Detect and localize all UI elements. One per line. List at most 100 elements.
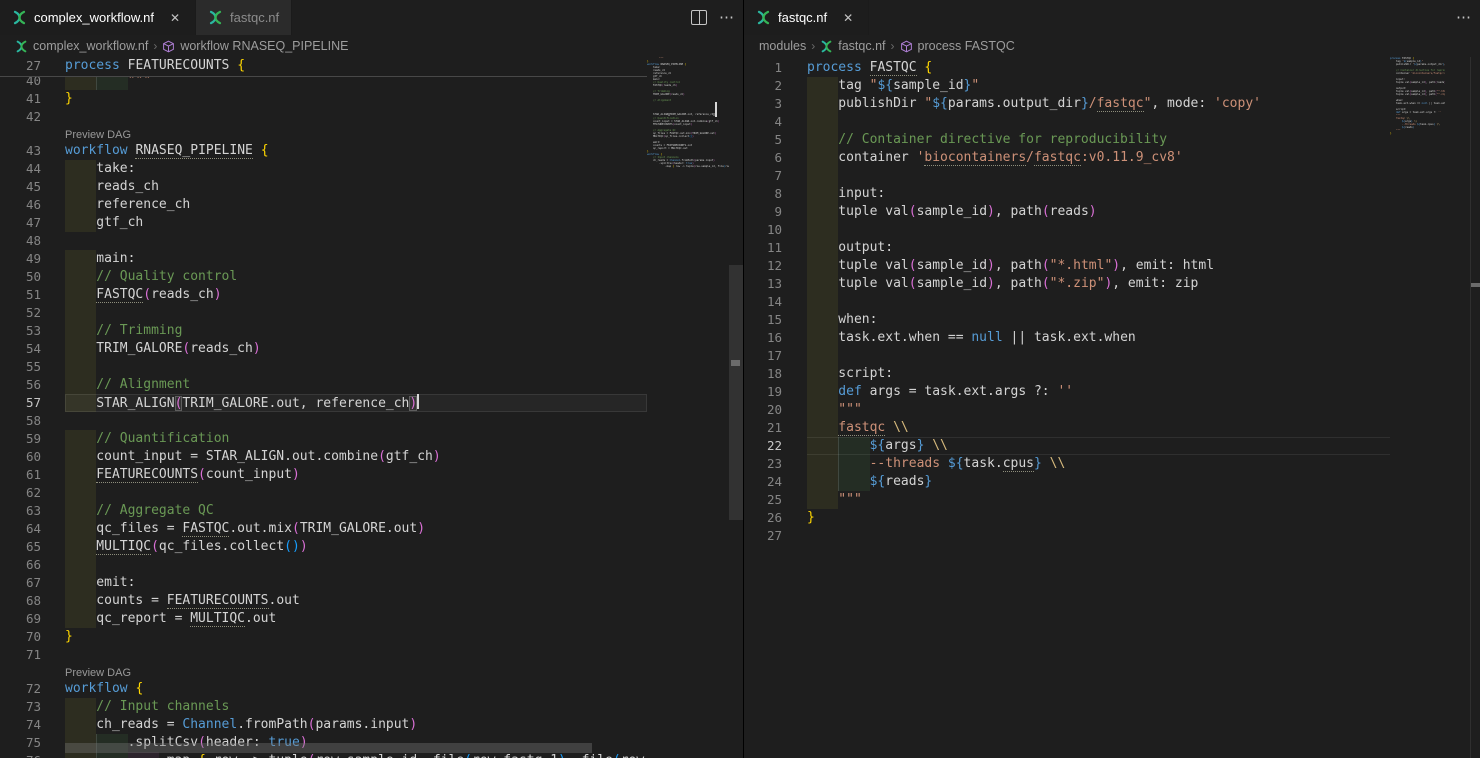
sticky-code-line: 27process FEATURECOUNTS { (0, 57, 647, 75)
tab-bar-left: complex_workflow.nf✕ fastqc.nf ⋯ (0, 0, 743, 35)
code-line: 1process FASTQC { (744, 59, 1390, 77)
indent-band (807, 491, 838, 509)
indent-band (807, 167, 838, 185)
code-line: 26} (744, 509, 1390, 527)
line-content: qc_files = FASTQC.out.mix(TRIM_GALORE.ou… (65, 520, 647, 538)
split-editor-icon[interactable] (691, 10, 707, 25)
code-token: ) (683, 93, 685, 96)
indent-band (807, 275, 838, 293)
codelens-preview-dag[interactable]: Preview DAG (65, 129, 131, 141)
indent-band (65, 574, 96, 592)
breadcrumb-item-modules[interactable]: modules (759, 39, 806, 53)
indent-band (65, 322, 96, 340)
code-token: FASTQC (653, 84, 662, 87)
code-token: ) (987, 258, 995, 273)
code-token: ) (558, 753, 566, 758)
code-token: ( (198, 467, 206, 482)
tab-fastqc.nf[interactable]: fastqc.nf (196, 0, 292, 35)
line-number: 41 (0, 90, 41, 108)
code-token: MULTIQC (653, 135, 664, 138)
code-token: process (807, 60, 862, 75)
editor-right[interactable]: 1process FASTQC {2tag "${sample_id}"3pub… (744, 57, 1480, 758)
line-content: tag "${sample_id}" (807, 77, 1390, 95)
symbol-cube-icon (900, 40, 913, 53)
breadcrumb-item-workflow[interactable]: workflow RNASEQ_PIPELINE (162, 39, 348, 53)
line-content: emit: (65, 574, 647, 592)
code-token: , path (995, 276, 1042, 291)
line-content: ch_reads = Channel.fromPath(params.input… (65, 716, 647, 734)
code-token (885, 420, 893, 435)
line-content: // Aggregate QC (65, 502, 647, 520)
line-number: 22 (744, 437, 782, 455)
code-token: ) (433, 449, 441, 464)
breadcrumb-item-complex_workflow.nf[interactable]: complex_workflow.nf (15, 39, 148, 53)
more-actions-icon[interactable]: ⋯ (1456, 0, 1472, 35)
line-text: task.ext.when == null || task.ext.when (807, 329, 1136, 347)
indent-band (65, 196, 96, 214)
code-line: 46reference_ch (0, 196, 647, 214)
code-token: ) (713, 159, 715, 162)
sticky-scroll-line[interactable]: 27process FEATURECOUNTS { (0, 57, 647, 77)
line-text: tuple val(sample_id), path("*.zip"), emi… (807, 275, 1198, 293)
tab-close-icon[interactable]: ✕ (840, 10, 856, 26)
line-number: 71 (0, 646, 41, 664)
line-number: 70 (0, 628, 41, 646)
code-token: reads (885, 474, 924, 489)
minimap-left[interactable]: """}workflow RNASEQ_PIPELINE { take: rea… (647, 57, 729, 758)
code-line: 19def args = task.ext.args ?: '' (744, 383, 1390, 401)
code-token: qc_files = (96, 521, 182, 536)
indent-band (65, 430, 96, 448)
minimap-right[interactable]: process FASTQC { tag "${sample_id}" publ… (1390, 57, 1445, 758)
indent-band (65, 304, 96, 322)
code-token: output: (838, 240, 893, 255)
editor-left[interactable]: 40"""41}42Preview DAG43workflow RNASEQ_P… (0, 57, 743, 758)
breadcrumb-item-process[interactable]: process FASTQC (900, 39, 1015, 53)
line-number: 65 (0, 538, 41, 556)
line-content: // Quantification (65, 430, 647, 448)
code-token: take: (96, 161, 135, 176)
line-content: } (807, 509, 1390, 527)
codelens-row: Preview DAG (0, 664, 647, 680)
code-token: ( (292, 521, 300, 536)
code-token: reads_ch (190, 341, 253, 356)
code-line: 53// Trimming (0, 322, 647, 340)
line-number: 16 (744, 329, 782, 347)
line-number: 17 (744, 347, 782, 365)
line-content: gtf_ch (65, 214, 647, 232)
line-content: // Quality control (65, 268, 647, 286)
code-token: ) (691, 123, 693, 126)
indent-band (807, 131, 838, 149)
code-token: """ (659, 57, 664, 60)
tab-fastqc.nf[interactable]: fastqc.nf✕ (744, 0, 869, 35)
code-token (862, 60, 870, 75)
indent-band (65, 250, 96, 268)
code-token: task.ext.when == (1396, 102, 1422, 105)
indent-band (65, 286, 96, 304)
code-token: TRIM_GALORE (96, 341, 182, 356)
line-number: 50 (0, 268, 41, 286)
code-line: 70} (0, 628, 647, 646)
line-text: def args = task.ext.args ?: '' (807, 383, 1073, 401)
code-token: '' (1057, 384, 1073, 399)
line-content: reads_ch (65, 178, 647, 196)
tab-close-icon[interactable]: ✕ (167, 10, 183, 26)
code-token: sample_id (917, 258, 987, 273)
breadcrumb-item-fastqc.nf[interactable]: fastqc.nf (820, 39, 885, 53)
line-content (65, 108, 647, 126)
vertical-scrollbar[interactable] (729, 265, 743, 520)
line-content: // Input channels (65, 698, 647, 716)
code-token: qc_report = (96, 611, 190, 626)
codelens-preview-dag[interactable]: Preview DAG (65, 667, 131, 679)
line-number: 45 (0, 178, 41, 196)
code-token: TRIM_GALORE.out (692, 132, 715, 135)
horizontal-scrollbar[interactable] (65, 743, 592, 753)
code-line: 60count_input = STAR_ALIGN.out.combine(g… (0, 448, 647, 466)
line-number: 64 (0, 520, 41, 538)
code-token: .fromPath (237, 717, 307, 732)
tab-complex_workflow.nf[interactable]: complex_workflow.nf✕ (0, 0, 196, 35)
gutter-cell (0, 126, 41, 142)
more-actions-icon[interactable]: ⋯ (719, 0, 735, 35)
code-token: { (924, 60, 932, 75)
line-content: // Container directive for reproducibili… (807, 131, 1390, 149)
code-token: count_input = STAR_ALIGN.out.combine (96, 449, 378, 464)
